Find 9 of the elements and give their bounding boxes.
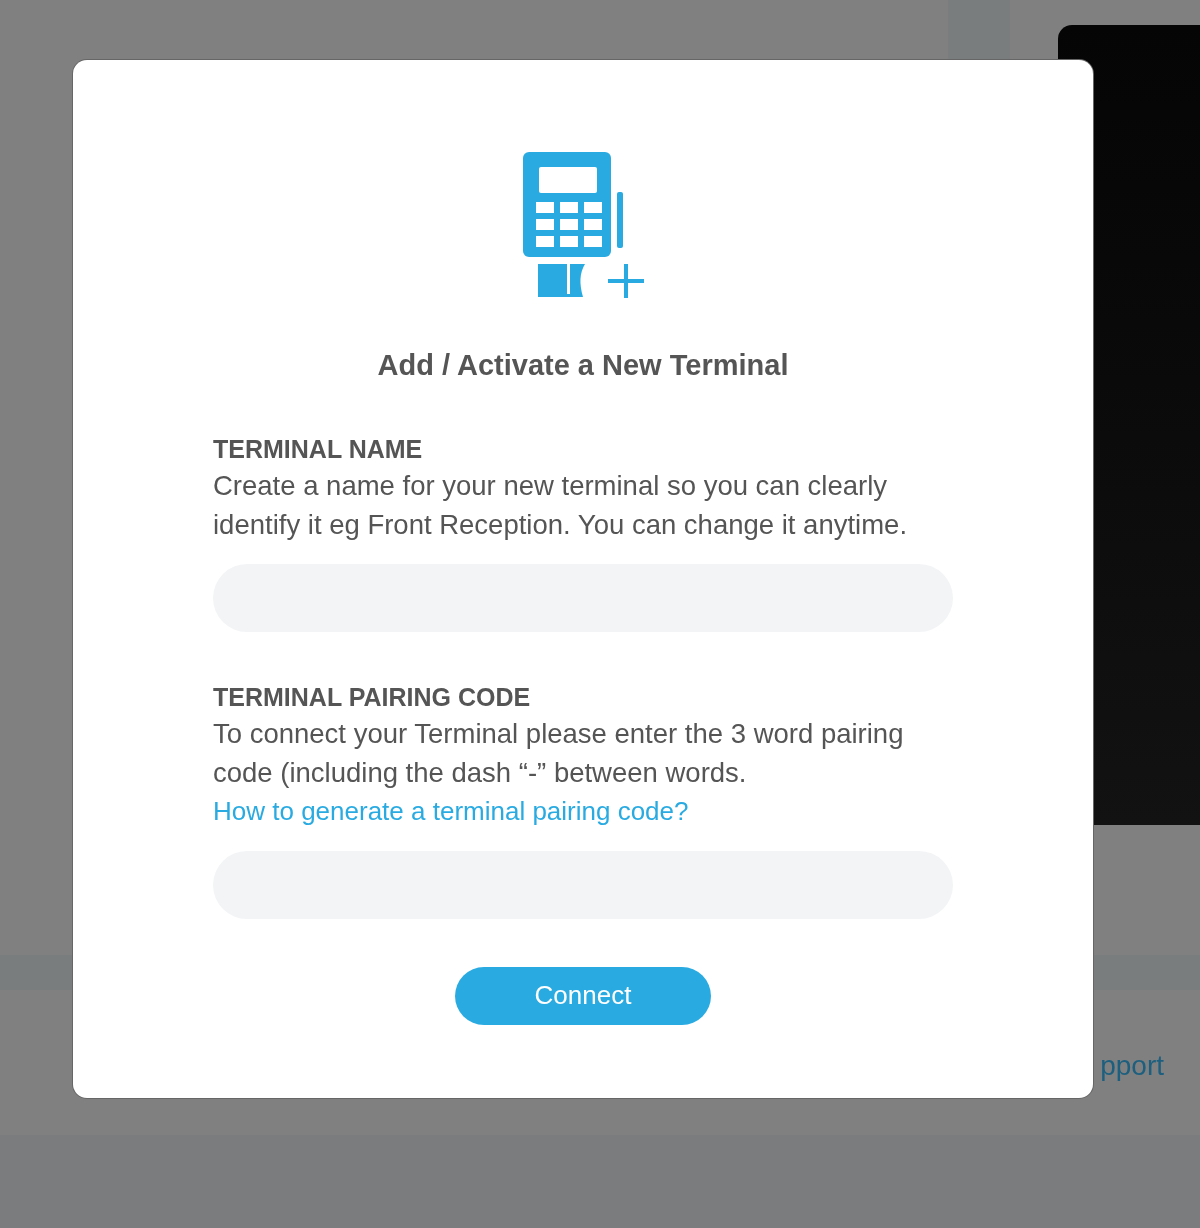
connect-button[interactable]: Connect	[455, 966, 711, 1025]
card-terminal-icon	[522, 152, 644, 298]
field-description: Create a name for your new terminal so you can clearly identify it eg Front Reception. You can change it anytime.	[213, 468, 909, 542]
field-label: TERMINAL NAME	[213, 433, 424, 465]
field-label: TERMINAL PAIRING CODE	[213, 681, 532, 713]
support-link[interactable]: pport	[1100, 1045, 1164, 1087]
field-description: To connect your Terminal please enter the 3 word pairing code (including the dash “-” between words.	[213, 716, 905, 790]
dialog-title: Add / Activate a New Terminal	[377, 348, 789, 383]
help-link[interactable]: How to generate a terminal pairing code?	[213, 791, 689, 831]
